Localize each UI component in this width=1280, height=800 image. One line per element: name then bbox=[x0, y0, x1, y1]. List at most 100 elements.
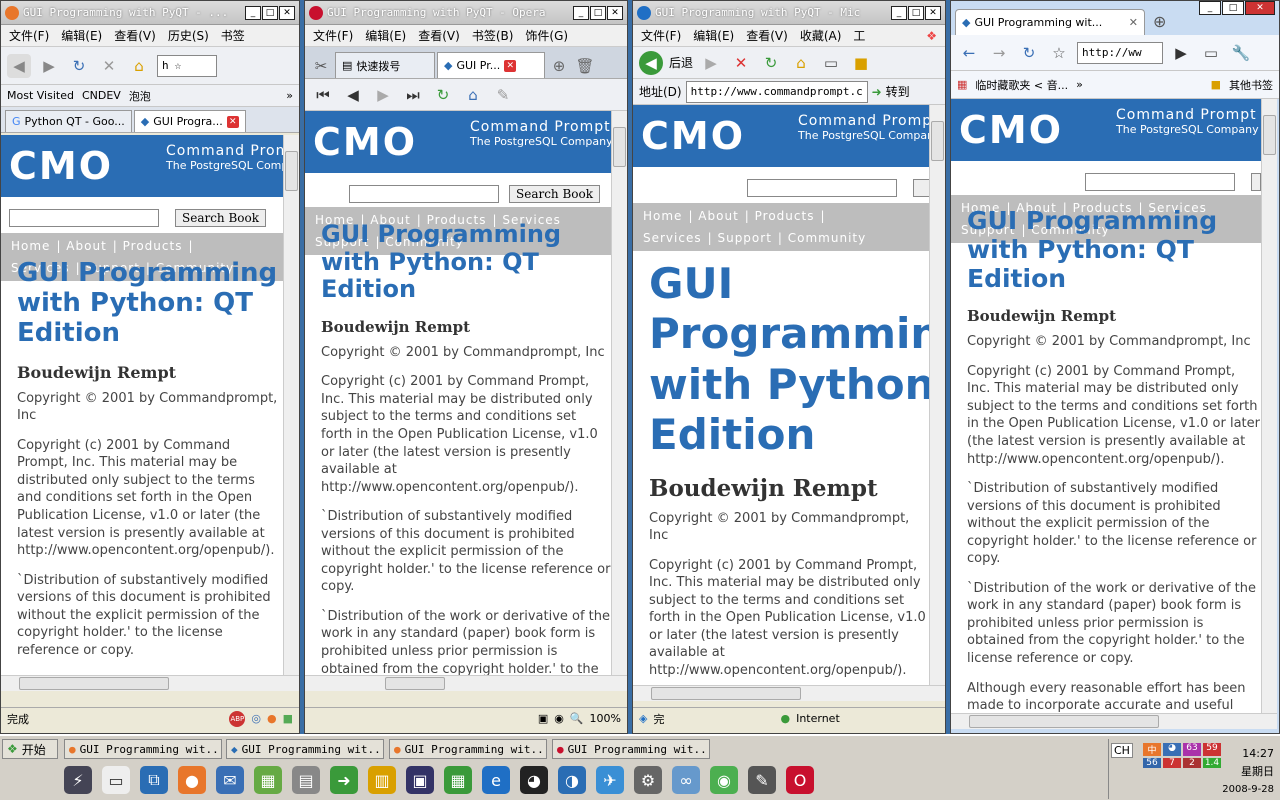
start-button[interactable]: ❖ 开始 bbox=[2, 739, 58, 759]
chevron-right-icon[interactable]: » bbox=[286, 89, 293, 102]
site-logo[interactable]: CMO bbox=[313, 120, 417, 164]
bookmark-cndev[interactable]: CNDEV bbox=[82, 89, 121, 102]
printer-icon[interactable]: ▤ bbox=[292, 766, 320, 794]
omnibox[interactable]: http://ww bbox=[1077, 41, 1163, 64]
minimize-button[interactable]: _ bbox=[245, 5, 261, 20]
address-field[interactable]: http://www.commandprompt.c bbox=[685, 80, 868, 103]
firefox-launch-icon[interactable]: ● bbox=[178, 766, 206, 794]
app-icon[interactable]: ▦ bbox=[254, 766, 282, 794]
fast-forward-icon[interactable]: ⏭ bbox=[401, 83, 425, 107]
tab-gui-programming[interactable]: ◆ GUI Pr... ✕ bbox=[437, 52, 545, 78]
thunderbird-icon[interactable]: ✉ bbox=[216, 766, 244, 794]
new-tab-icon[interactable]: ⊕ bbox=[547, 54, 571, 78]
bird-icon[interactable]: ✈ bbox=[596, 766, 624, 794]
vertical-scrollbar[interactable] bbox=[611, 111, 627, 675]
rewind-icon[interactable]: ⏮ bbox=[311, 83, 335, 107]
new-tab-icon[interactable]: ⊕ bbox=[1147, 12, 1172, 35]
addon-icon[interactable]: ◎ bbox=[251, 712, 261, 725]
menu-history[interactable]: 历史(S) bbox=[168, 27, 209, 44]
tab-gui-programming[interactable]: ◆ GUI Programming wit... ✕ bbox=[955, 9, 1145, 35]
home-icon[interactable]: ⌂ bbox=[789, 51, 813, 75]
menu-tools[interactable]: 工 bbox=[853, 27, 865, 44]
reload-icon[interactable]: ↻ bbox=[431, 83, 455, 107]
tray-counter[interactable]: 1.4 bbox=[1203, 758, 1221, 768]
go-arrow-icon[interactable]: ➜ bbox=[872, 85, 882, 99]
close-tab-icon[interactable]: ✕ bbox=[1129, 16, 1138, 29]
page-viewport[interactable]: CMO Command Prompt The PostgreSQL Compan… bbox=[1, 135, 299, 691]
close-button[interactable]: ✕ bbox=[279, 5, 295, 20]
forward-button[interactable]: ▶ bbox=[37, 54, 61, 78]
nav-community[interactable]: Community bbox=[788, 231, 866, 245]
tab-speed-dial[interactable]: ▤ 快速拨号 bbox=[335, 52, 435, 78]
menu-favorites[interactable]: 收藏(A) bbox=[800, 27, 842, 44]
tray-counter[interactable]: 63 bbox=[1183, 743, 1201, 756]
page-menu-icon[interactable]: ▭ bbox=[1199, 41, 1223, 65]
reload-icon[interactable]: ↻ bbox=[1017, 41, 1041, 65]
clock[interactable]: 14:27 星期日 2008-9-28 bbox=[1222, 745, 1274, 799]
toolbar-more-icon[interactable]: ▭ bbox=[819, 51, 843, 75]
horizontal-scrollbar[interactable] bbox=[951, 713, 1277, 729]
opera-titlebar[interactable]: GUI Programming with PyQT - Opera _ □ ✕ bbox=[305, 1, 627, 25]
bookmark-most-visited[interactable]: Most Visited bbox=[7, 89, 74, 102]
bookmark-music[interactable]: 临时藏歌夹 < 音... bbox=[975, 77, 1068, 93]
trash-icon[interactable]: 🗑 bbox=[573, 54, 597, 78]
task-chrome[interactable]: ◆ GUI Programming wit... bbox=[226, 739, 384, 759]
url-field[interactable]: h ☆ bbox=[157, 54, 217, 77]
back-icon[interactable]: ← bbox=[957, 41, 981, 65]
maximize-button[interactable]: □ bbox=[1222, 1, 1244, 15]
minimize-button[interactable]: _ bbox=[573, 5, 589, 20]
star-icon[interactable]: ☆ bbox=[1047, 41, 1071, 65]
vertical-scrollbar[interactable] bbox=[1261, 99, 1277, 713]
tab-python-qt[interactable]: G Python QT - Goo... bbox=[5, 110, 132, 132]
chevron-right-icon[interactable]: » bbox=[1076, 78, 1083, 91]
close-button[interactable]: ✕ bbox=[1245, 1, 1275, 15]
menu-edit[interactable]: 编辑(E) bbox=[61, 27, 102, 44]
book-search-input[interactable] bbox=[747, 179, 897, 197]
horizontal-scrollbar[interactable] bbox=[305, 675, 627, 691]
lightning-icon[interactable]: ⚡ bbox=[64, 766, 92, 794]
bookmark-paopao[interactable]: 泡泡 bbox=[129, 88, 151, 104]
search-book-button[interactable]: Search Book bbox=[175, 209, 267, 227]
vertical-scrollbar[interactable] bbox=[929, 105, 945, 685]
search-book-button[interactable] bbox=[1251, 173, 1261, 191]
document-icon[interactable]: ▥ bbox=[368, 766, 396, 794]
tray-counter[interactable]: 7 bbox=[1163, 758, 1181, 768]
horizontal-scrollbar[interactable] bbox=[633, 685, 945, 701]
desktop-icon[interactable]: ▭ bbox=[102, 766, 130, 794]
film-icon[interactable]: ▣ bbox=[406, 766, 434, 794]
network-icon[interactable]: ⧉ bbox=[140, 766, 168, 794]
browser-icon[interactable]: ◑ bbox=[558, 766, 586, 794]
zoom-icon[interactable]: 🔍 bbox=[570, 712, 584, 725]
pen-icon[interactable]: ✎ bbox=[748, 766, 776, 794]
go-icon[interactable]: ▶ bbox=[1169, 41, 1193, 65]
bookmark-other[interactable]: 其他书签 bbox=[1229, 77, 1273, 93]
stop-icon[interactable]: ✕ bbox=[97, 54, 121, 78]
wrench-icon[interactable]: 🔧 bbox=[1229, 41, 1253, 65]
nav-home[interactable]: Home bbox=[11, 239, 50, 253]
menu-file[interactable]: 文件(F) bbox=[313, 27, 353, 44]
stop-icon[interactable]: ✕ bbox=[729, 51, 753, 75]
task-opera[interactable]: ● GUI Programming wit... bbox=[552, 739, 710, 759]
nav-about[interactable]: About bbox=[66, 239, 106, 253]
back-icon[interactable]: ◀ bbox=[639, 50, 663, 75]
zoom-level[interactable]: 100% bbox=[590, 712, 621, 725]
close-button[interactable]: ✕ bbox=[607, 5, 623, 20]
minimize-button[interactable]: _ bbox=[891, 5, 907, 20]
book-search-input[interactable] bbox=[9, 209, 159, 227]
menu-edit[interactable]: 编辑(E) bbox=[693, 27, 734, 44]
forward-icon[interactable]: ▶ bbox=[699, 51, 723, 75]
menu-file[interactable]: 文件(F) bbox=[9, 27, 49, 44]
opera-launch-icon[interactable]: O bbox=[786, 766, 814, 794]
go-button[interactable]: 转到 bbox=[886, 83, 910, 100]
nav-services[interactable]: Services bbox=[643, 231, 702, 245]
page-viewport[interactable]: CMO Command Prompt The PostgreSQL Compan… bbox=[305, 111, 627, 691]
firefox-titlebar[interactable]: GUI Programming with PyQT - ... _ □ ✕ bbox=[1, 1, 299, 25]
back-icon[interactable]: ◀ bbox=[341, 83, 365, 107]
refresh-icon[interactable]: ↻ bbox=[759, 51, 783, 75]
tab-gui-programming[interactable]: ◆ GUI Progra... ✕ bbox=[133, 110, 246, 132]
book-search-input[interactable] bbox=[349, 185, 499, 203]
site-logo[interactable]: CMO bbox=[959, 108, 1063, 152]
reload-icon[interactable]: ↻ bbox=[67, 54, 91, 78]
home-icon[interactable]: ⌂ bbox=[461, 83, 485, 107]
link-icon[interactable]: ∞ bbox=[672, 766, 700, 794]
